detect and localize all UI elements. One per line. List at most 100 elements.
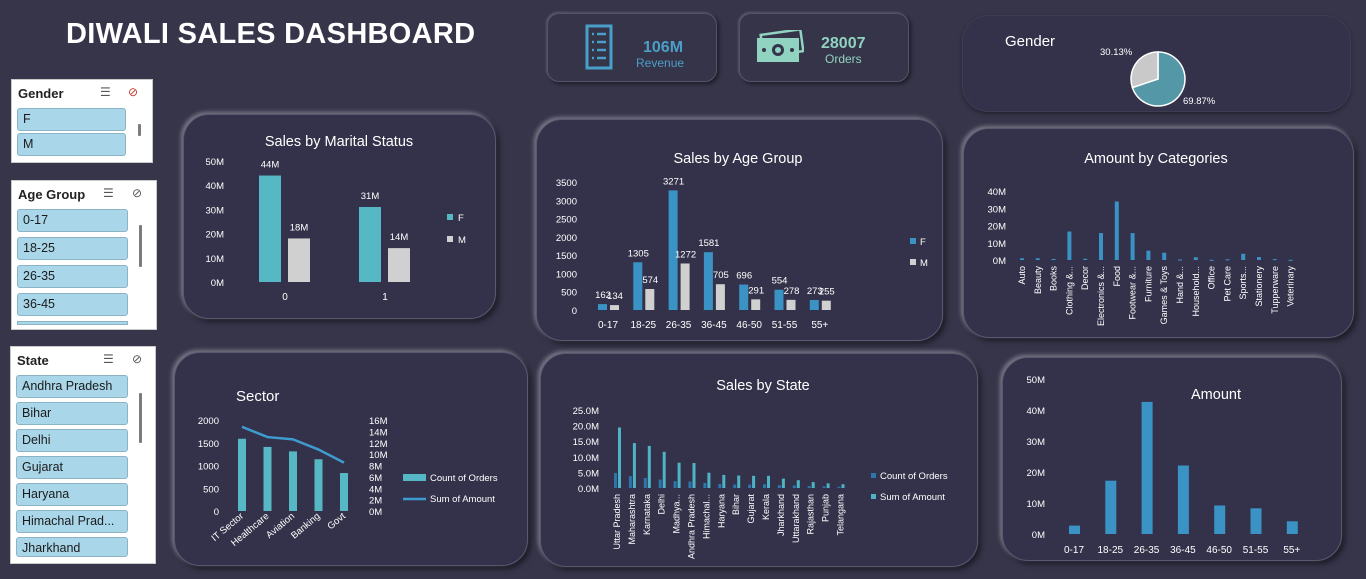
- data-label: 574: [642, 275, 658, 286]
- y2-tick-label: 0M: [369, 507, 382, 518]
- bar: [1105, 480, 1117, 534]
- x-tick-label: 0-17: [1064, 545, 1084, 556]
- y-tick-label: 10M: [988, 239, 1007, 250]
- y-tick-label: 0: [572, 306, 577, 317]
- bar: [263, 446, 272, 511]
- bar: [796, 480, 800, 488]
- x-tick-label: Pet Care: [1222, 266, 1232, 302]
- y2-tick-label: 10M: [369, 450, 388, 461]
- x-tick-label: Himachal...: [701, 494, 711, 539]
- bar: [289, 451, 297, 511]
- bar: [1051, 258, 1056, 260]
- x-tick-label: Uttar Pradesh: [612, 494, 622, 550]
- bar: [786, 299, 796, 310]
- legend-swatch: [403, 474, 426, 481]
- x-tick-label: 18-25: [631, 320, 657, 331]
- x-tick-label: Andhra Pradesh: [687, 494, 697, 559]
- bar: [614, 473, 617, 488]
- y-tick-label: 5.0M: [578, 468, 599, 479]
- bar: [1241, 253, 1246, 260]
- legend-swatch: [910, 238, 916, 244]
- y-tick-label: 20.0M: [573, 422, 599, 433]
- x-tick-label: 55+: [811, 320, 828, 331]
- bar: [781, 478, 785, 488]
- y-tick-label: 50M: [206, 157, 225, 168]
- bar: [1035, 258, 1040, 260]
- bar: [826, 483, 830, 488]
- x-tick-label: Bihar: [731, 494, 741, 515]
- data-label: 1305: [628, 248, 649, 259]
- y-tick-label: 0M: [993, 256, 1006, 267]
- data-label: 69.87%: [1183, 96, 1216, 107]
- bar: [673, 481, 677, 488]
- x-tick-label: Kerala: [761, 494, 771, 520]
- y-tick-label: 10M: [1027, 499, 1046, 510]
- x-tick-label: Household...: [1191, 266, 1201, 317]
- bar: [748, 484, 752, 488]
- bar: [821, 300, 831, 310]
- y2-tick-label: 6M: [369, 473, 382, 484]
- y-tick-label: 20M: [988, 222, 1007, 233]
- x-tick-label: Madhya...: [672, 494, 682, 534]
- x-tick-label: Office: [1207, 266, 1217, 289]
- legend-label: M: [458, 235, 466, 246]
- y2-tick-label: 16M: [369, 416, 388, 427]
- bar: [598, 304, 607, 310]
- bar: [632, 443, 636, 488]
- bar: [1130, 233, 1135, 260]
- bar: [703, 252, 713, 310]
- x-tick-label: 46-50: [1206, 545, 1232, 556]
- x-tick-label: 0: [282, 292, 288, 303]
- x-tick-label: Hand &...: [1175, 266, 1185, 304]
- y-tick-label: 20M: [206, 230, 225, 241]
- x-tick-label: 36-45: [1170, 545, 1196, 556]
- legend-label: Sum of Amount: [880, 492, 945, 503]
- x-tick-label: Decor: [1080, 266, 1090, 290]
- y-tick-label: 0M: [211, 278, 224, 289]
- y2-tick-label: 4M: [369, 484, 382, 495]
- legend-label: F: [458, 213, 464, 224]
- x-tick-label: Books: [1049, 266, 1059, 292]
- data-label: 30.13%: [1100, 47, 1133, 58]
- chart-title: Amount: [1191, 387, 1241, 403]
- bar: [763, 484, 766, 488]
- bar: [1020, 258, 1024, 260]
- y-tick-label: 500: [203, 484, 219, 495]
- bar: [715, 284, 725, 310]
- bar: [647, 445, 651, 488]
- legend-swatch: [910, 259, 916, 265]
- chart-title: Sales by Age Group: [674, 151, 803, 167]
- bar: [677, 462, 681, 488]
- legend-swatch: [871, 494, 876, 499]
- y-tick-label: 40M: [206, 181, 225, 192]
- bar: [809, 300, 819, 310]
- y-tick-label: 20M: [1027, 468, 1046, 479]
- x-tick-label: Beauty: [1033, 266, 1043, 295]
- bar: [722, 474, 726, 488]
- bar: [1178, 259, 1182, 261]
- bar: [314, 459, 323, 511]
- data-label: 696: [736, 271, 752, 282]
- x-tick-label: Haryana: [716, 494, 726, 528]
- x-tick-label: Tupperware: [1270, 266, 1280, 314]
- y-tick-label: 10.0M: [573, 453, 599, 464]
- y2-tick-label: 12M: [369, 439, 388, 450]
- x-tick-label: Clothing &...: [1064, 266, 1074, 315]
- y-tick-label: 40M: [1027, 406, 1046, 417]
- data-label: 3271: [663, 176, 684, 187]
- bar: [658, 479, 662, 488]
- y-tick-label: 1500: [198, 439, 219, 450]
- bar: [1069, 525, 1080, 534]
- y-tick-label: 2000: [556, 233, 577, 244]
- bar: [739, 284, 749, 310]
- bar: [1162, 252, 1167, 260]
- bar: [811, 482, 815, 488]
- bar: [1083, 258, 1088, 260]
- bar: [774, 289, 784, 310]
- x-tick-label: Furniture: [1143, 266, 1153, 302]
- x-tick-label: Banking: [289, 511, 322, 542]
- x-tick-label: 46-50: [736, 320, 762, 331]
- bar: [359, 206, 381, 282]
- y-tick-label: 0M: [1032, 530, 1045, 541]
- y-tick-label: 3500: [556, 178, 577, 189]
